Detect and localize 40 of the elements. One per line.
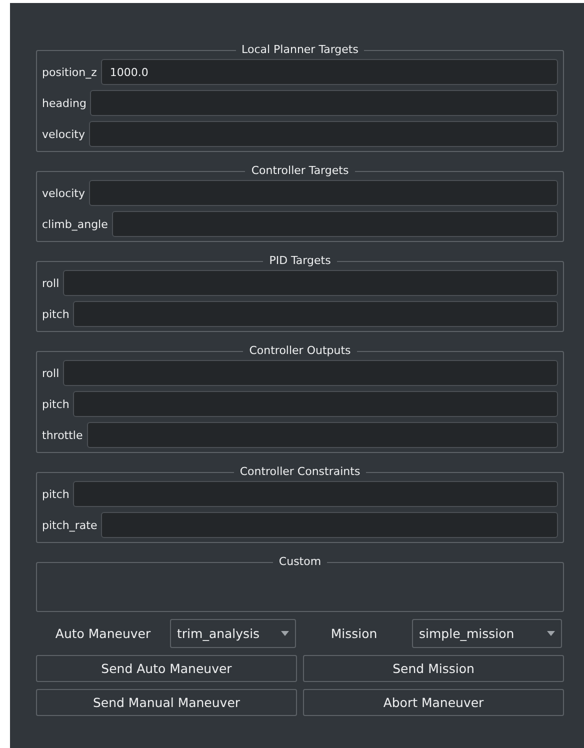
field-label: velocity [42,186,85,200]
action-button[interactable]: Abort Maneuver [303,689,564,716]
input-field[interactable] [90,90,558,116]
field-label: pitch [42,308,70,320]
caret-icon [281,631,289,636]
group-title: Controller Targets [250,164,350,178]
combo-label: Auto Maneuver [54,626,152,641]
input-field[interactable] [101,512,558,538]
input-field[interactable] [73,481,558,507]
action-button[interactable]: Send Mission [303,655,564,682]
field-label: climb_angle [42,218,108,230]
group-title: Controller Outputs [248,344,352,358]
input-field[interactable] [73,391,558,417]
input-field[interactable] [63,360,558,386]
action-button[interactable]: Send Auto Maneuver [36,655,297,682]
field-label: pitch [42,398,70,410]
caret-icon [547,631,555,636]
dropdown[interactable]: simple_mission [412,619,562,648]
field-label: pitch_rate [42,518,98,532]
input-field[interactable]: 1000.0 [100,59,558,85]
field-label: pitch [42,488,70,500]
input-field[interactable] [73,301,558,327]
action-button[interactable]: Send Manual Maneuver [36,689,297,716]
field-label: velocity [42,128,85,140]
group-title: Controller Constraints [238,465,362,479]
group-title: Local Planner Targets [240,43,360,57]
field-label: position_z [42,66,97,78]
input-field[interactable] [89,180,558,206]
field-label: roll [42,276,60,290]
combo-label: Mission [330,626,378,641]
field-label: heading [42,96,86,110]
group-title: Custom [278,555,322,569]
group-title: PID Targets [268,254,332,268]
field-label: throttle [42,428,83,442]
dropdown[interactable]: trim_analysis [170,619,296,648]
field-label: roll [42,366,60,380]
input-field[interactable] [86,422,558,448]
input-field[interactable] [89,121,558,147]
input-field[interactable] [63,270,558,296]
input-field[interactable] [112,211,558,237]
